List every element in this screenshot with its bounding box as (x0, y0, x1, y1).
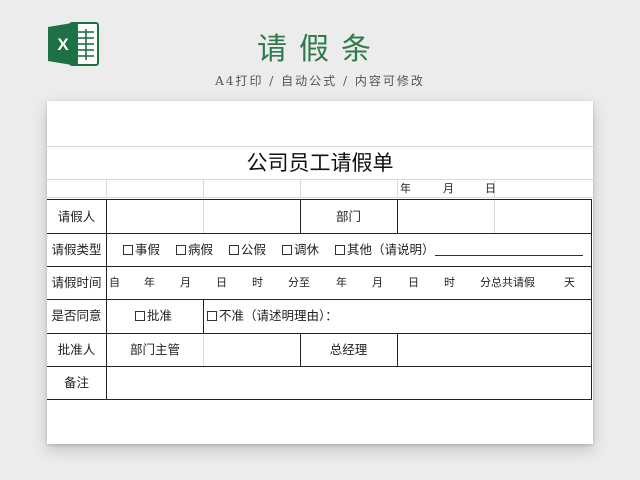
other-reason-line (434, 244, 583, 256)
date-month-label: 月 (443, 182, 454, 195)
grid-line (300, 179, 301, 197)
general-manager-label: 总经理 (329, 342, 368, 357)
leave-time-label: 请假时间 (51, 275, 102, 290)
department-field[interactable] (398, 200, 591, 233)
end-hour-label: 时 (444, 276, 455, 289)
leave-type-label: 请假类型 (51, 242, 102, 257)
end-month-label: 月 (372, 276, 383, 289)
approve-option[interactable]: 批准 (135, 299, 172, 332)
start-month-label: 月 (180, 276, 191, 289)
page-title: 请假条 (257, 32, 383, 67)
gm-signature-field[interactable] (398, 333, 591, 366)
approval-label: 是否同意 (51, 308, 102, 323)
checkbox-icon (123, 245, 133, 255)
grid-line (47, 179, 593, 180)
grid-line (106, 179, 107, 197)
day-unit-label: 天 (564, 276, 575, 289)
reject-option[interactable]: 不准（请述明理由）： (207, 299, 338, 332)
start-day-label: 日 (216, 276, 227, 289)
checkbox-icon (282, 245, 292, 255)
grid-line (203, 333, 204, 366)
table-border (591, 199, 592, 400)
leave-type-option-other[interactable]: 其他（请说明） (335, 233, 583, 266)
minute-to-label: 分至 (288, 276, 310, 289)
remarks-field[interactable] (107, 366, 591, 399)
remarks-label: 备注 (63, 375, 89, 390)
table-border (203, 299, 204, 333)
start-year-label: 年 (144, 276, 155, 289)
leave-type-option-sick[interactable]: 病假 (176, 233, 213, 266)
applicant-name-field[interactable] (107, 200, 300, 233)
table-border (47, 399, 591, 400)
grid-line (47, 197, 593, 198)
grid-line (203, 179, 204, 197)
leave-type-option-personal[interactable]: 事假 (123, 233, 160, 266)
from-label: 自 (109, 276, 120, 289)
end-day-label: 日 (408, 276, 419, 289)
applicant-label: 请假人 (57, 209, 96, 224)
leave-type-option-official[interactable]: 公假 (229, 233, 266, 266)
page-subtitle: A4打印 / 自动公式 / 内容可修改 (215, 74, 425, 88)
date-day-label: 日 (485, 182, 496, 195)
form-title: 公司员工请假单 (246, 151, 394, 175)
checkbox-icon (135, 311, 145, 321)
checkbox-icon (229, 245, 239, 255)
leave-type-option-compensatory[interactable]: 调休 (282, 233, 319, 266)
approver-label: 批准人 (57, 342, 96, 357)
department-label: 部门 (335, 209, 361, 224)
checkbox-icon (176, 245, 186, 255)
date-year-label: 年 (400, 182, 411, 195)
minute-total-label: 分总共请假 (480, 276, 535, 289)
dept-head-label: 部门主管 (129, 342, 180, 357)
end-year-label: 年 (336, 276, 347, 289)
checkbox-icon (207, 311, 217, 321)
grid-line (397, 179, 398, 197)
checkbox-icon (335, 245, 345, 255)
start-hour-label: 时 (252, 276, 263, 289)
spreadsheet-sheet: 公司员工请假单 年 月 日 请假人 部门 请假类型 事假 病假 公假 调休 其他… (47, 101, 593, 444)
